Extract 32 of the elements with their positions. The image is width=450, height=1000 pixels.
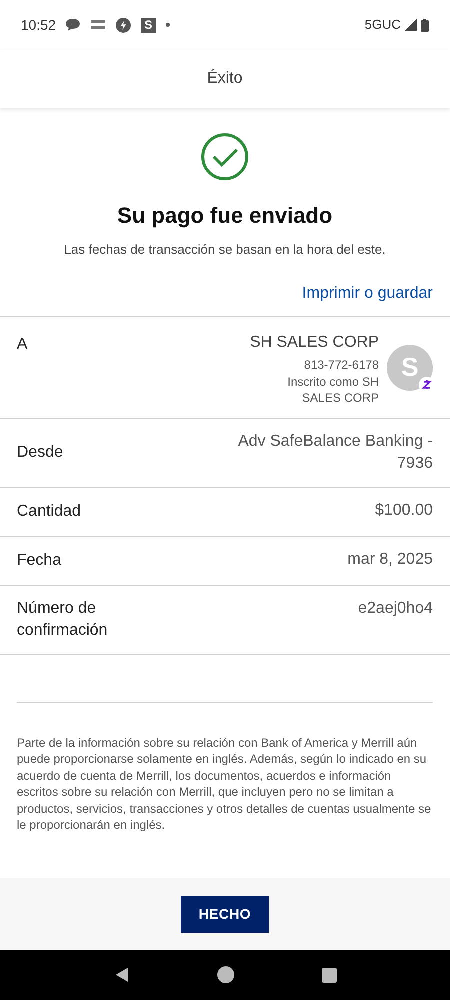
recents-icon[interactable] — [322, 968, 336, 982]
back-icon[interactable] — [114, 967, 130, 983]
chat-icon — [66, 19, 80, 31]
app-icon — [90, 19, 106, 31]
row-value: mar 8, 2025 — [346, 550, 433, 570]
row-value: e2aej0ho4 — [357, 598, 433, 618]
enrollment-note: Inscrito como SH SALES CORP — [286, 374, 379, 406]
status-time: 10:52 — [21, 16, 56, 34]
battery-icon — [421, 18, 429, 32]
network-label: 5GUC — [364, 16, 401, 34]
row-value: $100.00 — [374, 500, 433, 520]
done-button[interactable]: HECHO — [181, 896, 269, 932]
row-label: Número de confirmación — [17, 598, 109, 640]
recipient-phone: 813-772-6178 — [304, 356, 379, 374]
checkmark-icon — [201, 133, 249, 181]
row-label: Fecha — [17, 550, 62, 570]
row-label: A — [17, 334, 28, 354]
success-title: Su pago fue enviado — [117, 202, 333, 230]
signal-icon — [405, 19, 417, 31]
zelle-icon — [419, 376, 435, 392]
row-value: Adv SafeBalance Banking - 7936 — [237, 432, 433, 474]
recipient-name: SH SALES CORP — [250, 332, 379, 352]
row-label: Cantidad — [17, 502, 82, 522]
dot-icon — [166, 23, 170, 27]
bolt-icon — [116, 18, 132, 32]
app-badge: S — [141, 18, 156, 32]
home-icon[interactable] — [216, 966, 234, 984]
disclaimer-text: Parte de la información sobre su relación con Bank of America y Merrill aún puede proporcionarse solamente en inglés. Además, según lo indicado en su acuerdo de cuenta de Merrill, los documentos, acuerdos e información escritos sobre su relación con Merrill, que incluyen pero no se limitan a productos, servicios, transacciones y otros detalles de cuentas usualmente se le proporcionarán en inglés. — [16, 734, 432, 834]
row-label: Desde — [17, 442, 64, 462]
page-title: Éxito — [207, 68, 243, 89]
success-subtitle: Las fechas de transacción se basan en la hora del este. — [64, 241, 386, 259]
print-link[interactable]: Imprimir o guardar — [302, 282, 433, 306]
